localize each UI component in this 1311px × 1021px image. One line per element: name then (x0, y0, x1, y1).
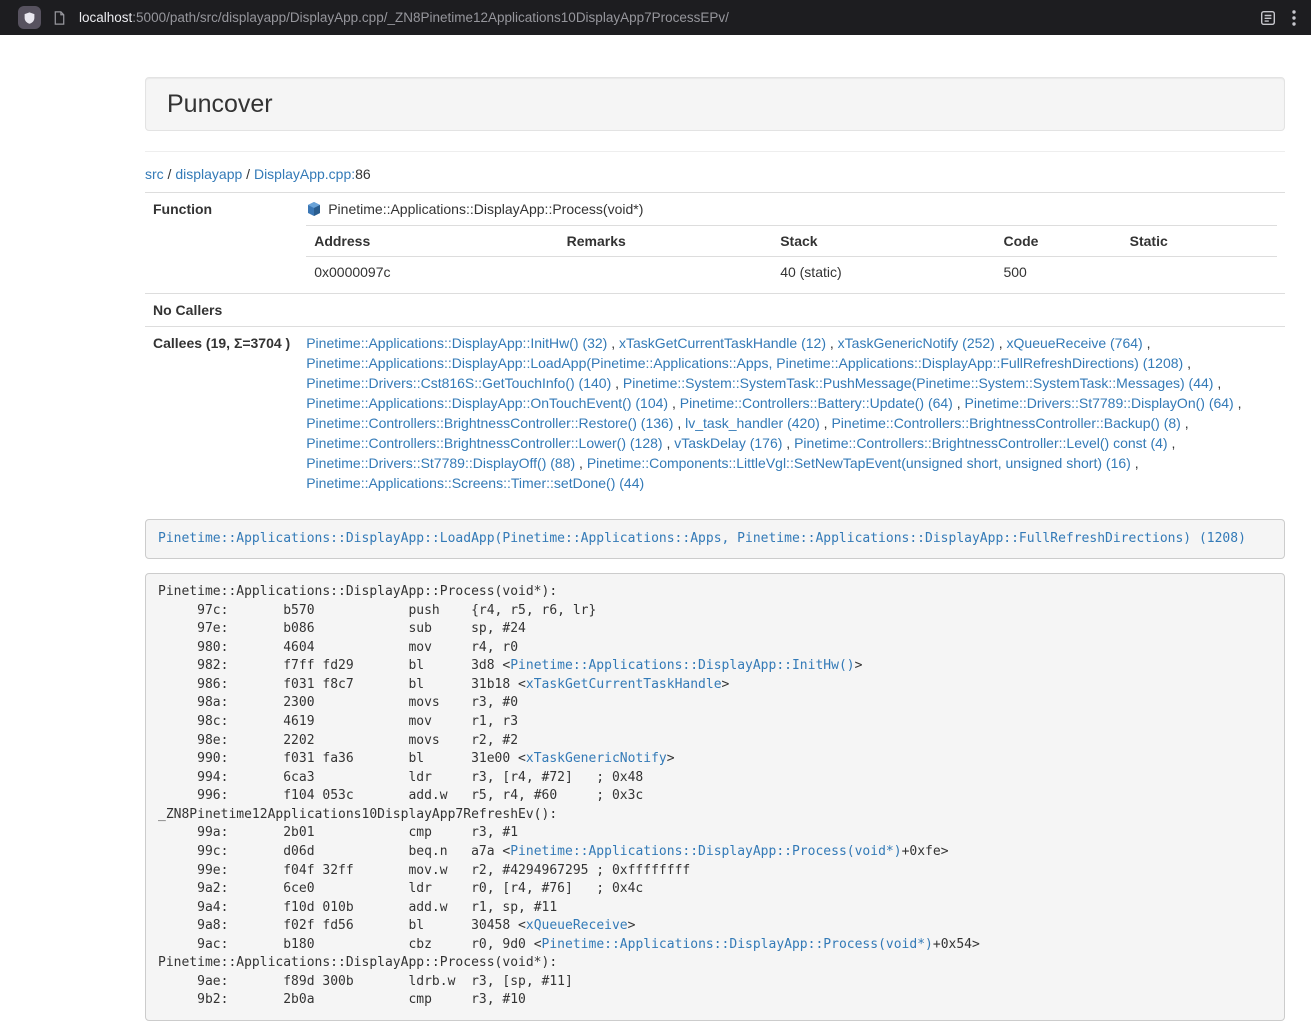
callee-link[interactable]: vTaskDelay (176) (674, 435, 782, 451)
breadcrumb-link[interactable]: displayapp (175, 166, 242, 182)
col-static: Static (1122, 226, 1277, 257)
url-host: localhost (79, 10, 132, 25)
function-name: Pinetime::Applications::DisplayApp::Proc… (328, 199, 643, 219)
shield-glyph (23, 11, 36, 25)
asm-symbol-link[interactable]: Pinetime::Applications::DisplayApp::Init… (510, 658, 854, 673)
callees-row: Callees (19, Σ=3704 ) Pinetime::Applicat… (145, 327, 1285, 500)
function-icon (306, 201, 322, 217)
page-title: Puncover (167, 90, 273, 118)
asm-symbol-link[interactable]: Pinetime::Applications::DisplayApp::Proc… (542, 937, 933, 952)
remarks-value (559, 257, 773, 288)
highlighted-symbol-link[interactable]: Pinetime::Applications::DisplayApp::Load… (158, 531, 1246, 546)
divider (145, 151, 1285, 152)
app-header-panel: Puncover (145, 77, 1285, 131)
main-content: Puncover src / displayapp / DisplayApp.c… (145, 77, 1285, 1021)
reader-view-icon[interactable] (1259, 9, 1277, 27)
col-stack: Stack (772, 226, 995, 257)
callee-link[interactable]: xQueueReceive (764) (1007, 335, 1143, 351)
breadcrumb-link[interactable]: DisplayApp.cpp: (254, 166, 355, 182)
asm-symbol-link[interactable]: xTaskGenericNotify (526, 751, 667, 766)
callee-link[interactable]: Pinetime::Applications::Screens::Timer::… (306, 475, 644, 491)
stack-value: 40 (static) (772, 257, 995, 288)
callee-link[interactable]: Pinetime::Components::LittleVgl::SetNewT… (587, 455, 1131, 471)
callee-link[interactable]: Pinetime::Applications::DisplayApp::OnTo… (306, 395, 668, 411)
detail-value-row: 0x0000097c 40 (static) 500 (306, 257, 1277, 288)
asm-symbol-link[interactable]: xQueueReceive (526, 918, 628, 933)
address-value: 0x0000097c (306, 257, 558, 288)
callee-link[interactable]: Pinetime::Drivers::St7789::DisplayOn() (… (965, 395, 1234, 411)
col-code: Code (995, 226, 1121, 257)
detail-header-row: Address Remarks Stack Code Static (306, 226, 1277, 257)
col-address: Address (306, 226, 558, 257)
no-callers-row: No Callers (145, 294, 1285, 327)
asm-symbol-link[interactable]: xTaskGetCurrentTaskHandle (526, 677, 722, 692)
breadcrumb: src / displayapp / DisplayApp.cpp:86 (145, 164, 1285, 184)
browser-toolbar: localhost:5000/path/src/displayapp/Displ… (0, 0, 1311, 35)
page-icon[interactable] (52, 10, 67, 26)
callee-link[interactable]: lv_task_handler (420) (685, 415, 820, 431)
callee-link[interactable]: Pinetime::Drivers::St7789::DisplayOff() … (306, 455, 575, 471)
no-callers-label: No Callers (145, 294, 298, 327)
callee-link[interactable]: xTaskGenericNotify (252) (838, 335, 995, 351)
highlighted-symbol-box: Pinetime::Applications::DisplayApp::Load… (145, 519, 1285, 559)
static-value (1122, 257, 1277, 288)
callee-link[interactable]: Pinetime::Controllers::Battery::Update()… (680, 395, 953, 411)
symbol-table: Function Pinetime::Applications::Display… (145, 192, 1285, 499)
callee-link[interactable]: Pinetime::Applications::DisplayApp::Load… (306, 355, 1183, 371)
col-remarks: Remarks (559, 226, 773, 257)
function-label: Function (145, 193, 298, 294)
menu-kebab-icon[interactable] (1291, 8, 1297, 28)
disassembly-block: Pinetime::Applications::DisplayApp::Proc… (145, 573, 1285, 1021)
url-bar[interactable]: localhost:5000/path/src/displayapp/Displ… (79, 0, 1247, 35)
callees-links: Pinetime::Applications::DisplayApp::Init… (298, 327, 1285, 500)
code-value: 500 (995, 257, 1121, 288)
callee-link[interactable]: Pinetime::Drivers::Cst816S::GetTouchInfo… (306, 375, 611, 391)
url-path: :5000/path/src/displayapp/DisplayApp.cpp… (132, 10, 729, 25)
function-cell: Pinetime::Applications::DisplayApp::Proc… (298, 193, 1285, 294)
callee-link[interactable]: Pinetime::Controllers::BrightnessControl… (831, 415, 1180, 431)
callee-link[interactable]: Pinetime::Controllers::BrightnessControl… (306, 415, 673, 431)
disassembly-code: Pinetime::Applications::DisplayApp::Proc… (158, 584, 980, 1007)
asm-symbol-link[interactable]: Pinetime::Applications::DisplayApp::Proc… (510, 844, 901, 859)
callee-link[interactable]: xTaskGetCurrentTaskHandle (12) (619, 335, 826, 351)
callee-link[interactable]: Pinetime::Controllers::BrightnessControl… (794, 435, 1167, 451)
callees-label: Callees (19, Σ=3704 ) (145, 327, 298, 500)
function-row: Function Pinetime::Applications::Display… (145, 193, 1285, 294)
no-callers-cell (298, 294, 1285, 327)
function-detail-table: Address Remarks Stack Code Static 0x0000… (306, 225, 1277, 287)
callee-link[interactable]: Pinetime::Applications::DisplayApp::Init… (306, 335, 607, 351)
breadcrumb-link[interactable]: src (145, 166, 164, 182)
shield-icon[interactable] (18, 6, 41, 29)
callee-link[interactable]: Pinetime::System::SystemTask::PushMessag… (623, 375, 1214, 391)
callee-link[interactable]: Pinetime::Controllers::BrightnessControl… (306, 435, 662, 451)
